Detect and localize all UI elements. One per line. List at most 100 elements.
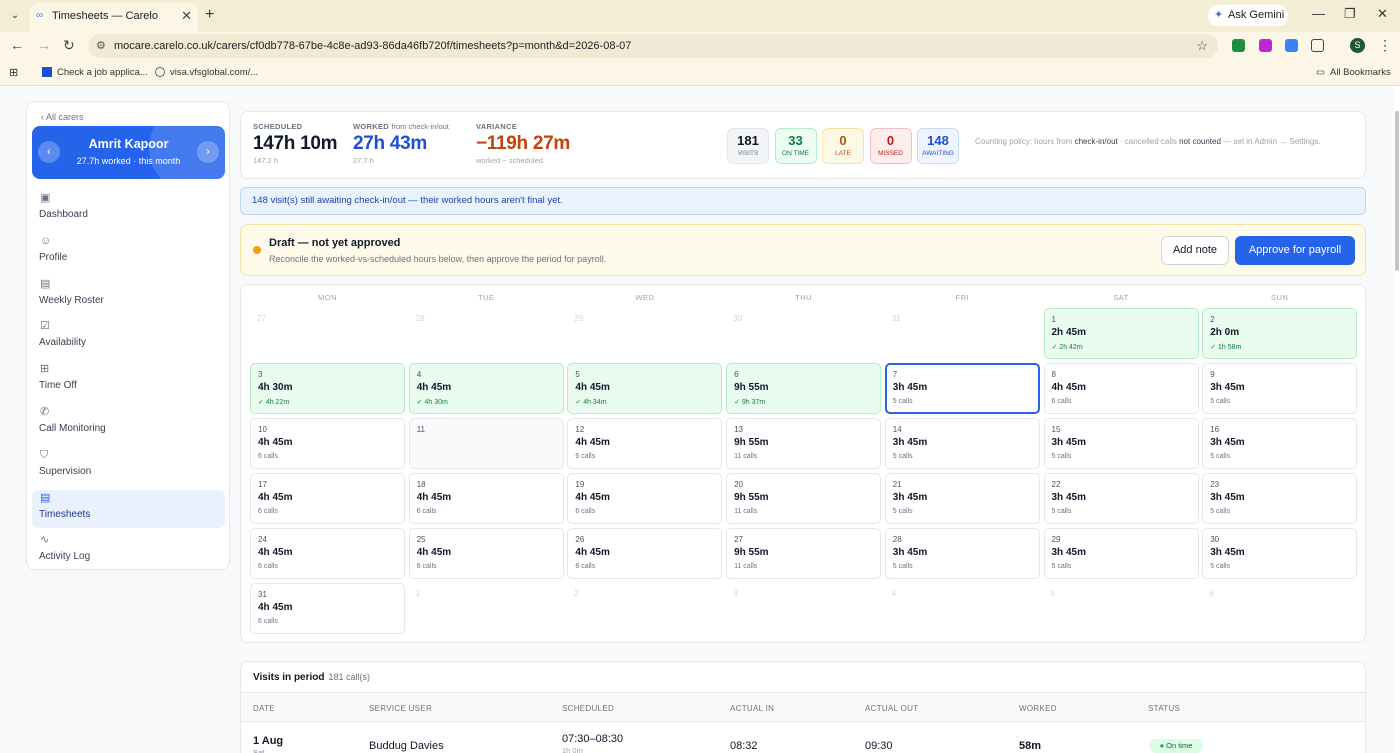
calendar-day[interactable]: 22 3h 45m 5 calls: [1043, 473, 1199, 524]
extension-icon[interactable]: [1285, 39, 1298, 52]
day-detail: 5 calls: [1210, 453, 1231, 460]
draft-subtitle: Reconcile the worked-vs-scheduled hours …: [269, 254, 607, 264]
day-hours: 4h 45m: [258, 547, 293, 558]
browser-toolbar: ← → ↻ ⚙ mocare.carelo.co.uk/carers/cf0db…: [0, 32, 1400, 60]
calendar-day[interactable]: 18 4h 45m 6 calls: [408, 473, 564, 524]
day-detail: 11 calls: [734, 508, 758, 515]
day-hours: 3h 45m: [1051, 492, 1086, 503]
table-row[interactable]: 1 Aug Sat Buddug Davies 07:30–08:30 1h 0m 08:…: [241, 662, 1365, 753]
forward-icon[interactable]: →: [37, 37, 51, 53]
calendar-day[interactable]: 20 9h 55m 11 calls: [726, 473, 882, 524]
tab-search-icon[interactable]: ⌄: [6, 7, 24, 25]
policy-text: Counting policy: hours from: [975, 137, 1075, 146]
profile-avatar[interactable]: S: [1350, 38, 1365, 53]
scrollbar-thumb[interactable]: [1395, 111, 1399, 271]
sidebar-item-availability[interactable]: ☑ Availability: [32, 318, 225, 356]
address-bar[interactable]: ⚙ mocare.carelo.co.uk/carers/cf0db778-67…: [88, 34, 1218, 58]
policy-text: — set in Admin → Settings.: [1220, 137, 1321, 146]
apps-grid-icon[interactable]: ⊞: [9, 60, 18, 86]
calendar-day[interactable]: 7 3h 45m 5 calls: [884, 363, 1040, 414]
calendar-day[interactable]: 27 9h 55m 11 calls: [726, 528, 882, 579]
ask-gemini-button[interactable]: ✦ Ask Gemini: [1208, 5, 1288, 26]
day-detail: 5 calls: [1051, 453, 1072, 460]
site-info-icon[interactable]: ⚙: [96, 34, 106, 58]
day-number: 18: [416, 480, 426, 489]
calendar-day[interactable]: 26 4h 45m 6 calls: [567, 528, 723, 579]
sidebar-item-supervision[interactable]: ⛉ Supervision: [32, 447, 225, 485]
bookmark-star-icon[interactable]: ☆: [1196, 34, 1208, 58]
sidebar-item-time-off[interactable]: ⊞ Time Off: [32, 361, 225, 399]
calendar-day[interactable]: 4 4h 45m ✓ 4h 30m: [408, 363, 564, 414]
sidebar-item-dashboard[interactable]: ▣ Dashboard: [32, 190, 225, 228]
activity-icon: ∿: [40, 534, 50, 547]
carelo-favicon-icon: ∞: [36, 10, 44, 21]
day-number: 22: [1051, 480, 1061, 489]
minimize-icon[interactable]: —: [1312, 6, 1325, 21]
bookmark-item[interactable]: visa.vfsglobal.com/...: [155, 60, 258, 86]
approve-payroll-button[interactable]: Approve for payroll: [1235, 236, 1355, 265]
browser-menu-icon[interactable]: ⋮: [1378, 37, 1392, 54]
calendar-day[interactable]: 17 4h 45m 6 calls: [250, 473, 405, 524]
calendar-day[interactable]: 5 4h 45m ✓ 4h 34m: [567, 363, 723, 414]
sidebar-item-timesheets[interactable]: ▤ Timesheets: [32, 489, 225, 528]
page-scrollbar[interactable]: [1394, 87, 1400, 753]
day-number: 26: [575, 535, 585, 544]
calendar-day[interactable]: 28 3h 45m 5 calls: [884, 528, 1040, 579]
calendar-day[interactable]: 14 3h 45m 5 calls: [884, 418, 1040, 469]
calendar-day[interactable]: 30 3h 45m 5 calls: [1202, 528, 1358, 579]
visit-actual-in: 08:32: [730, 740, 758, 752]
calendar-day[interactable]: 31 4h 45m 6 calls: [250, 583, 405, 634]
folder-icon: ▭: [1316, 67, 1325, 78]
sidebar-item-call-monitoring[interactable]: ✆ Call Monitoring: [32, 404, 225, 442]
download-extension-icon[interactable]: [1232, 39, 1245, 52]
calendar-day[interactable]: 19 4h 45m 6 calls: [567, 473, 723, 524]
sidebar-item-label: Weekly Roster: [39, 294, 104, 306]
day-hours: 4h 45m: [1051, 382, 1086, 393]
add-note-button[interactable]: Add note: [1161, 236, 1229, 265]
extension-icon[interactable]: [1259, 39, 1272, 52]
calendar-day[interactable]: 13 9h 55m 11 calls: [726, 418, 882, 469]
day-number: 27: [257, 314, 266, 323]
day-detail: 5 calls: [1210, 508, 1231, 515]
calendar-day[interactable]: 9 3h 45m 5 calls: [1202, 363, 1358, 414]
calendar-day[interactable]: 16 3h 45m 5 calls: [1202, 418, 1358, 469]
calendar-day: 5: [1044, 583, 1199, 634]
browser-tab[interactable]: ∞ Timesheets — Carelo ✕: [30, 3, 198, 32]
calendar-day[interactable]: 25 4h 45m 6 calls: [408, 528, 564, 579]
calendar-day[interactable]: 6 9h 55m ✓ 9h 37m: [726, 363, 882, 414]
back-icon[interactable]: ←: [10, 37, 24, 53]
day-number: 30: [733, 314, 742, 323]
calendar-day[interactable]: 21 3h 45m 5 calls: [884, 473, 1040, 524]
maximize-icon[interactable]: ❐: [1344, 6, 1356, 22]
tab-close-icon[interactable]: ✕: [181, 3, 192, 29]
all-bookmarks-button[interactable]: ▭ All Bookmarks: [1316, 60, 1391, 86]
new-tab-icon[interactable]: +: [205, 6, 214, 24]
calendar-day[interactable]: 29 3h 45m 5 calls: [1043, 528, 1199, 579]
calendar-day[interactable]: 10 4h 45m 6 calls: [250, 418, 405, 469]
calendar-day[interactable]: 12 4h 45m 6 calls: [567, 418, 723, 469]
bookmark-item[interactable]: Check a job applica...: [42, 60, 148, 86]
scheduled-duration: 1h 0m: [562, 746, 583, 753]
calendar-day[interactable]: 1 2h 45m ✓ 2h 42m: [1043, 308, 1199, 359]
sidebar-item-label: Call Monitoring: [39, 423, 106, 434]
reload-icon[interactable]: ↻: [63, 37, 75, 54]
url-text: mocare.carelo.co.uk/carers/cf0db778-67be…: [114, 40, 632, 52]
calendar-day: 29: [567, 308, 722, 359]
all-carers-link[interactable]: ‹ All carers: [41, 112, 84, 122]
calendar-day[interactable]: 2 2h 0m ✓ 1h 58m: [1202, 308, 1358, 359]
sidebar-item-weekly-roster[interactable]: ▤ Weekly Roster: [32, 276, 225, 314]
window-close-icon[interactable]: ✕: [1377, 6, 1388, 22]
sidebar-item-profile[interactable]: ☺ Profile: [32, 233, 225, 271]
calendar-day[interactable]: 15 3h 45m 5 calls: [1043, 418, 1199, 469]
day-detail: 6 calls: [575, 563, 596, 570]
day-detail: 5 calls: [1051, 508, 1072, 515]
calendar-day[interactable]: 3 4h 30m ✓ 4h 22m: [250, 363, 405, 414]
calendar-day[interactable]: 23 3h 45m 5 calls: [1202, 473, 1358, 524]
calendar-day[interactable]: 24 4h 45m 6 calls: [250, 528, 405, 579]
policy-emphasis: not counted: [1179, 137, 1221, 146]
extensions-puzzle-icon[interactable]: [1311, 39, 1324, 52]
sidebar-item-activity-log[interactable]: ∿ Activity Log: [32, 532, 225, 570]
calendar-day[interactable]: 8 4h 45m 6 calls: [1043, 363, 1199, 414]
calendar-day[interactable]: 11: [408, 418, 564, 469]
chevron-right-icon[interactable]: ›: [197, 141, 219, 163]
